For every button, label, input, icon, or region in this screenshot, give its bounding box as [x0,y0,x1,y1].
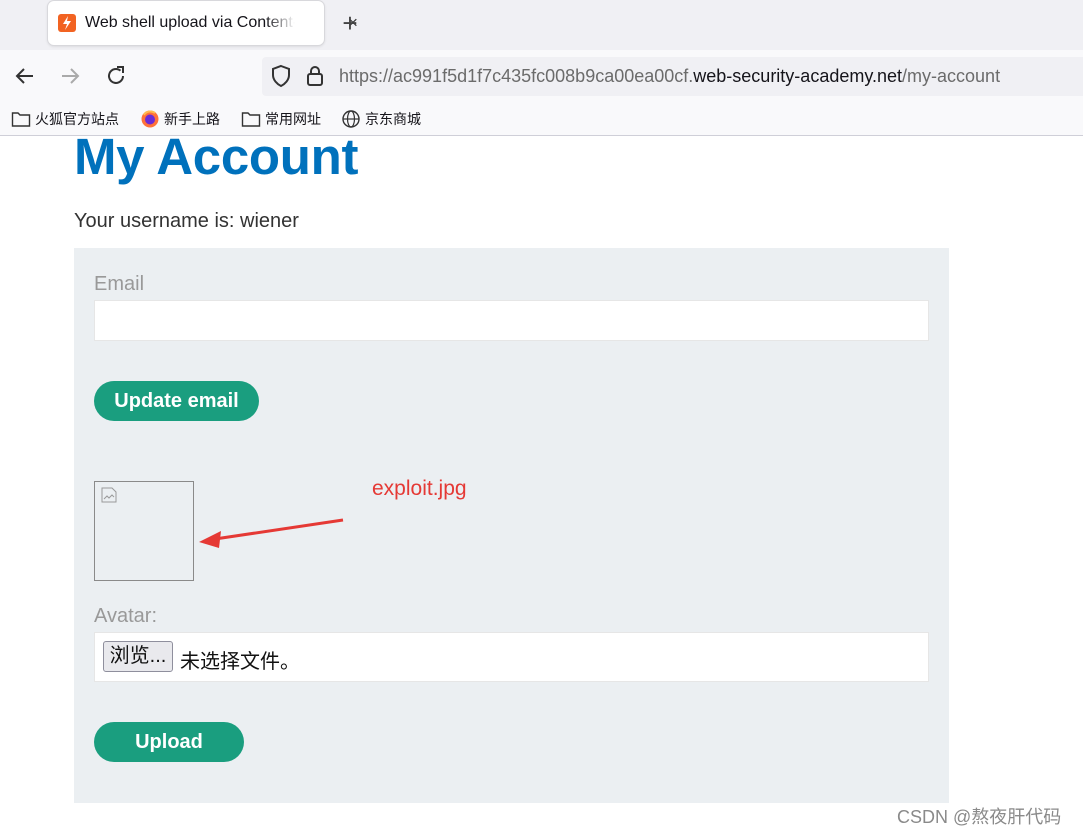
upload-button[interactable]: Upload [94,722,244,762]
portswigger-favicon-icon [58,14,76,32]
bookmark-common-sites[interactable]: 常用网址 [241,109,321,129]
tab-title: Web shell upload via Content-Type restri… [85,14,295,31]
bookmark-label: 新手上路 [164,111,220,127]
firefox-icon [141,110,159,128]
bookmark-label: 火狐官方站点 [35,111,119,127]
annotation-label: exploit.jpg [372,477,467,500]
url-path: /my-account [902,66,1001,86]
bookmark-label: 京东商城 [365,111,421,127]
update-email-button[interactable]: Update email [94,381,259,421]
url-domain: web-security-academy.net [693,66,903,86]
new-tab-button[interactable]: + [338,10,362,36]
reload-icon[interactable] [104,64,128,88]
watermark: CSDN @熬夜肝代码 [897,807,1062,827]
avatar-image-broken [94,481,194,581]
bookmark-firefox-official[interactable]: 火狐官方站点 [11,109,119,129]
email-input[interactable] [94,300,929,341]
bookmark-label: 常用网址 [265,111,321,127]
tracking-protection-shield-icon[interactable] [270,64,292,93]
url-text[interactable]: https://ac991f5d1f7c435fc008b9ca00ea00cf… [339,66,1000,87]
active-tab[interactable]: Web shell upload via Content-Type restri… [48,1,358,45]
broken-image-icon [101,487,117,503]
url-prefix: https://ac991f5d1f7c435fc008b9ca00ea00cf… [339,66,694,86]
page-title: My Account [74,128,359,185]
bookmark-getting-started[interactable]: 新手上路 [140,109,220,129]
globe-icon [342,110,360,128]
browse-file-button[interactable]: 浏览... [103,641,173,672]
tab-strip: Web shell upload via Content-Type restri… [0,0,1083,50]
avatar-label: Avatar: [94,605,157,627]
forward-arrow-icon[interactable] [58,64,82,88]
bookmark-jd-mall[interactable]: 京东商城 [341,109,421,129]
lock-icon[interactable] [305,64,325,93]
file-status-text: 未选择文件。 [180,651,300,673]
username-text: Your username is: wiener [74,210,299,232]
email-label: Email [94,273,145,295]
folder-icon [11,112,31,127]
annotation-arrow-icon [199,518,344,548]
back-arrow-icon[interactable] [13,64,37,88]
folder-icon [241,112,261,127]
